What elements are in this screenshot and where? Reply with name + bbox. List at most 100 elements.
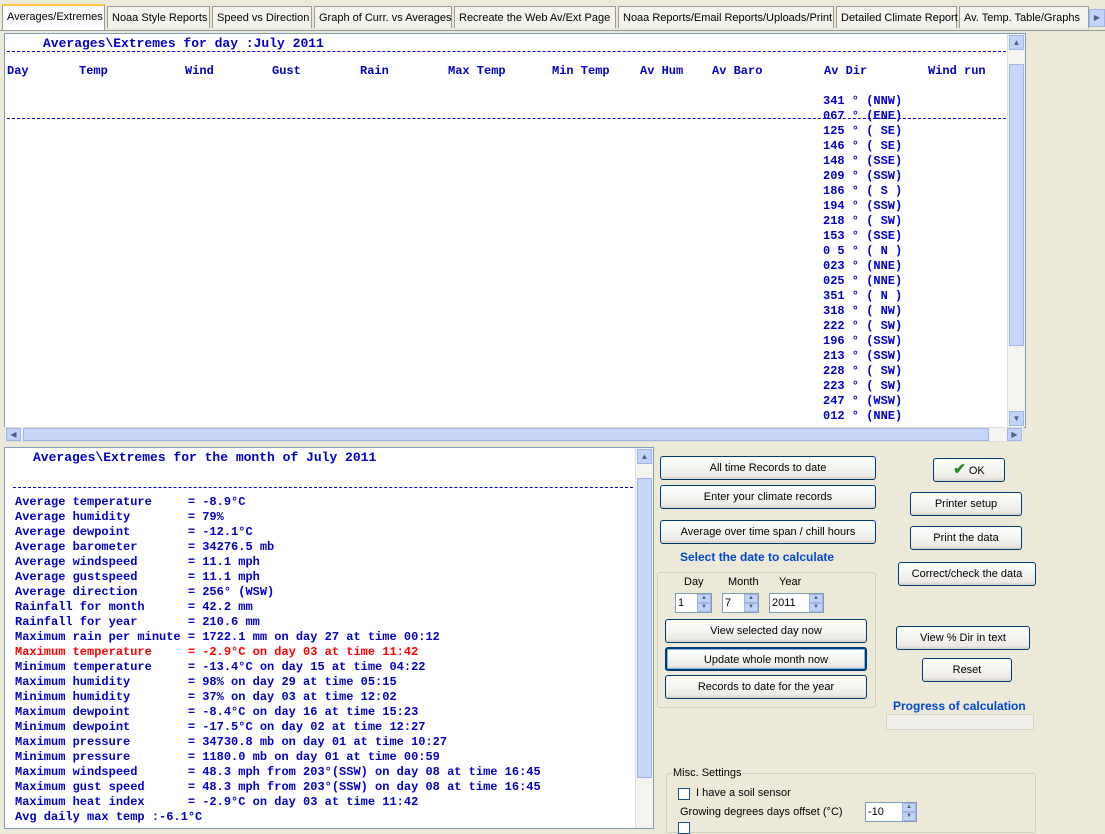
tab-speed-vs-direction[interactable]: Speed vs Direction xyxy=(212,6,312,28)
month-summary-vscroll[interactable]: ▲ xyxy=(635,448,653,828)
spin-up-icon[interactable]: ▲ xyxy=(744,594,758,603)
scroll-thumb[interactable] xyxy=(637,478,652,778)
header-av-baro: Av Baro xyxy=(712,64,763,78)
header-gust: Gust xyxy=(272,64,301,78)
tab-strip: Averages/Extremes Noaa Style Reports Spe… xyxy=(0,0,1105,31)
scroll-right-icon[interactable]: ▶ xyxy=(1007,428,1022,441)
summary-line: Maximum windspeed = 48.3 mph from 203°(S… xyxy=(15,765,541,779)
day-label: Day xyxy=(684,576,704,588)
spin-down-icon[interactable]: ▼ xyxy=(744,603,758,612)
tab-av-temp-table-graphs[interactable]: Av. Temp. Table/Graphs xyxy=(959,6,1089,28)
summary-line: Average barometer = 34276.5 mb xyxy=(15,540,275,554)
gdd-offset-spinner[interactable]: -10 ▲ ▼ xyxy=(865,802,917,822)
soil-sensor-checkbox[interactable] xyxy=(678,788,690,800)
header-wind: Wind xyxy=(185,64,214,78)
tab-detailed-climate-report[interactable]: Detailed Climate Report xyxy=(836,6,958,28)
tab-noaa-email-uploads[interactable]: Noaa Reports/Email Reports/Uploads/Print xyxy=(618,6,834,28)
cell-av-dir: 025 ° (NNE) xyxy=(823,274,903,288)
misc-settings-title: Misc. Settings xyxy=(672,767,743,779)
cell-av-dir: 209 ° (SSW) xyxy=(823,169,903,183)
year-spinner[interactable]: 2011 ▲ ▼ xyxy=(769,593,824,613)
header-day: Day xyxy=(7,64,29,78)
tab-averages-extremes[interactable]: Averages/Extremes xyxy=(2,4,105,31)
month-spinner[interactable]: 7 ▲ ▼ xyxy=(722,593,759,613)
tab-scroll-right-icon[interactable]: ▶ xyxy=(1089,9,1105,27)
scroll-up-icon[interactable]: ▲ xyxy=(637,449,652,464)
correct-check-data-button[interactable]: Correct/check the data xyxy=(898,562,1036,586)
cell-av-dir: 146 ° ( SE) xyxy=(823,139,903,153)
printer-setup-button[interactable]: Printer setup xyxy=(910,492,1022,516)
divider xyxy=(7,51,1021,52)
spin-down-icon[interactable]: ▼ xyxy=(697,603,711,612)
summary-line: Maximum temperature = -2.9°C on day 03 a… xyxy=(15,645,419,659)
divider xyxy=(13,487,633,488)
cell-av-dir: 247 ° (WSW) xyxy=(823,394,903,408)
header-temp: Temp xyxy=(79,64,108,78)
scroll-thumb[interactable] xyxy=(1009,64,1024,346)
summary-line: Average gustspeed = 11.1 mph xyxy=(15,570,260,584)
summary-line: Minimum pressure = 1180.0 mb on day 01 a… xyxy=(15,750,440,764)
tab-recreate-web-page[interactable]: Recreate the Web Av/Ext Page xyxy=(454,6,616,28)
daily-table-vscroll[interactable]: ▲ ▼ xyxy=(1007,34,1025,427)
daily-table-panel[interactable]: Averages\Extremes for day :July 2011 Day… xyxy=(4,33,1026,428)
summary-line: Average dewpoint = -12.1°C xyxy=(15,525,253,539)
tab-noaa-style-reports[interactable]: Noaa Style Reports xyxy=(107,6,210,28)
cell-av-dir: 222 ° ( SW) xyxy=(823,319,903,333)
cell-av-dir: 0 5 ° ( N ) xyxy=(823,244,903,258)
cell-av-dir: 228 ° ( SW) xyxy=(823,364,903,378)
cell-av-dir: 186 ° ( S ) xyxy=(823,184,903,198)
summary-line: Minimum dewpoint = -17.5°C on day 02 at … xyxy=(15,720,426,734)
view-selected-day-button[interactable]: View selected day now xyxy=(665,619,867,643)
misc-settings-group xyxy=(666,773,1036,833)
average-time-span-button[interactable]: Average over time span / chill hours xyxy=(660,520,876,544)
settings-checkbox[interactable] xyxy=(678,822,690,834)
header-wind-run: Wind run xyxy=(928,64,986,78)
month-summary-title: Averages\Extremes for the month of July … xyxy=(33,450,377,465)
spin-up-icon[interactable]: ▲ xyxy=(697,594,711,603)
month-summary-panel[interactable]: Averages\Extremes for the month of July … xyxy=(4,447,654,829)
cell-av-dir: 153 ° (SSE) xyxy=(823,229,903,243)
ok-button[interactable]: ✔ OK xyxy=(933,458,1005,482)
view-percent-dir-button[interactable]: View % Dir in text xyxy=(896,626,1030,650)
check-icon: ✔ xyxy=(953,461,966,478)
summary-line: Avg daily max temp :-6.1°C xyxy=(15,810,203,824)
header-min-temp: Min Temp xyxy=(552,64,610,78)
daily-table-hscroll[interactable]: ◀ ▶ xyxy=(4,427,1024,442)
summary-line: Maximum rain per minute = 1722.1 mm on d… xyxy=(15,630,440,644)
records-to-date-year-button[interactable]: Records to date for the year xyxy=(665,675,867,699)
day-spinner[interactable]: 1 ▲ ▼ xyxy=(675,593,712,613)
cell-av-dir: 351 ° ( N ) xyxy=(823,289,903,303)
spin-down-icon[interactable]: ▼ xyxy=(902,812,916,821)
gdd-offset-label: Growing degrees days offset (°C) xyxy=(680,806,843,818)
header-av-hum: Av Hum xyxy=(640,64,684,78)
update-whole-month-button[interactable]: Update whole month now xyxy=(665,647,867,671)
scroll-left-icon[interactable]: ◀ xyxy=(6,428,21,441)
cell-av-dir: 023 ° (NNE) xyxy=(823,259,903,273)
reset-button[interactable]: Reset xyxy=(922,658,1012,682)
spin-up-icon[interactable]: ▲ xyxy=(902,803,916,812)
spin-down-icon[interactable]: ▼ xyxy=(809,603,823,612)
cell-av-dir: 125 ° ( SE) xyxy=(823,124,903,138)
all-time-records-button[interactable]: All time Records to date xyxy=(660,456,876,480)
header-av-dir: Av Dir xyxy=(824,64,868,78)
summary-line: Maximum pressure = 34730.8 mb on day 01 … xyxy=(15,735,448,749)
enter-climate-records-button[interactable]: Enter your climate records xyxy=(660,485,876,509)
summary-line: Average temperature = -8.9°C xyxy=(15,495,246,509)
spin-up-icon[interactable]: ▲ xyxy=(809,594,823,603)
cell-av-dir: 148 ° (SSE) xyxy=(823,154,903,168)
summary-line: Rainfall for month = 42.2 mm xyxy=(15,600,253,614)
summary-line: Maximum dewpoint = -8.4°C on day 16 at t… xyxy=(15,705,419,719)
summary-line: Average direction = 256° (WSW) xyxy=(15,585,275,599)
header-max-temp: Max Temp xyxy=(448,64,506,78)
progress-label: Progress of calculation xyxy=(893,699,1026,713)
summary-line: Maximum humidity = 98% on day 29 at time… xyxy=(15,675,397,689)
print-data-button[interactable]: Print the data xyxy=(910,526,1022,550)
daily-table-header: Day Temp Wind Gust Rain Max Temp Min Tem… xyxy=(5,64,1023,79)
scroll-down-icon[interactable]: ▼ xyxy=(1009,411,1024,426)
scroll-up-icon[interactable]: ▲ xyxy=(1009,35,1024,50)
tab-graph-curr-vs-averages[interactable]: Graph of Curr. vs Averages xyxy=(314,6,452,28)
scroll-thumb[interactable] xyxy=(23,428,989,441)
progress-bar xyxy=(886,714,1034,730)
year-label: Year xyxy=(779,576,802,588)
tab-divider xyxy=(0,30,1105,31)
